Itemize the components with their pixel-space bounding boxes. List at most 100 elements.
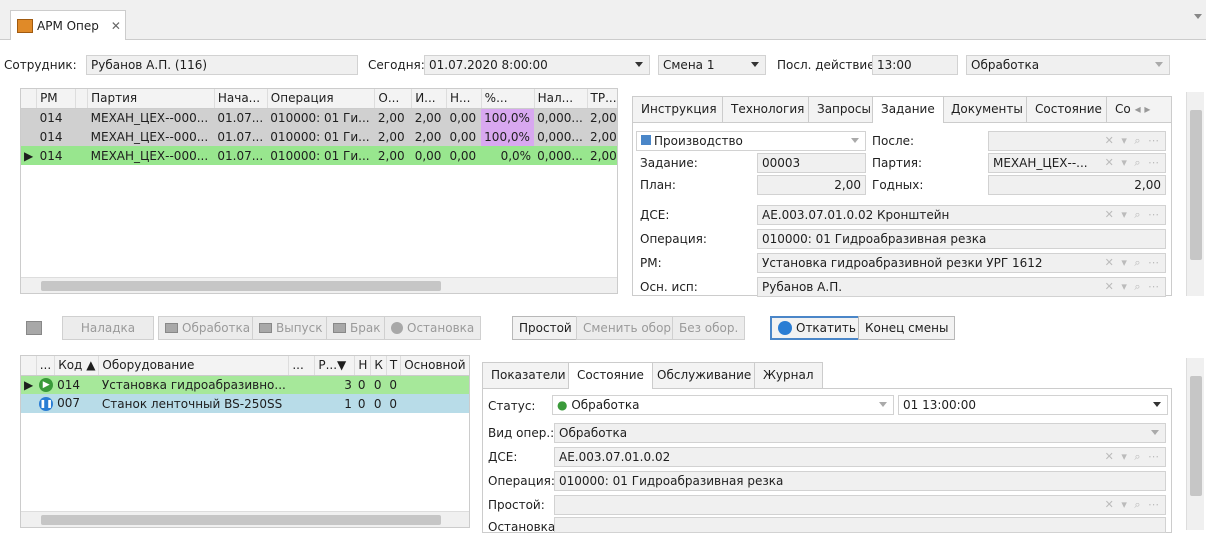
table-row-selected[interactable]: ▶ ▶ 014 Установка гидроабразивно... 3000: [21, 375, 469, 394]
tab-strip: АРМ Опер ✕: [0, 0, 1206, 40]
col-tr[interactable]: ТР...: [587, 89, 617, 109]
state-dse-field[interactable]: АЕ.003.07.01.0.02 ✕ ▾ ⌕ ⋯: [554, 447, 1166, 467]
today-field[interactable]: 01.07.2020 8:00:00: [424, 55, 650, 75]
end-shift-button[interactable]: Конец смены: [858, 316, 956, 340]
equipment-grid: ... Код ▲ Оборудование ... Р...▼ Н К Т О…: [20, 355, 470, 528]
col-t[interactable]: Т: [386, 356, 402, 376]
plan-label: План:: [640, 178, 676, 192]
release-button[interactable]: Выпуск: [252, 316, 330, 340]
play-icon: ▶: [39, 378, 54, 392]
main-executor-label: Осн. исп:: [640, 280, 698, 294]
operation-label: Операция:: [640, 232, 707, 246]
table-row[interactable]: ❚❚ 007 Станок ленточный BS-250SS 1000: [21, 394, 469, 413]
no-equipment-button[interactable]: Без обор.: [672, 316, 746, 340]
app-icon: [17, 18, 33, 33]
rm-field[interactable]: Установка гидроабразивной резки УРГ 1612…: [757, 253, 1166, 273]
after-field[interactable]: ✕ ▾ ⌕ ⋯: [988, 131, 1166, 151]
col-i[interactable]: И...: [411, 89, 447, 109]
close-icon[interactable]: ✕: [111, 19, 121, 33]
optype-label: Вид опер.:: [488, 426, 555, 440]
idle-button[interactable]: Простой: [512, 316, 579, 340]
party-field[interactable]: МЕХАН_ЦЕХ--... ✕ ▾ ⌕ ⋯: [988, 153, 1166, 173]
edit-icon[interactable]: [20, 316, 48, 340]
col-start[interactable]: Нача...: [214, 89, 268, 109]
plan-field[interactable]: 2,00: [757, 175, 866, 195]
row-indicator-icon: ▶: [24, 148, 34, 163]
col-rm[interactable]: РМ: [36, 89, 76, 109]
stop-button[interactable]: Остановка: [384, 316, 482, 340]
col-main[interactable]: Основной: [400, 356, 469, 376]
pause-icon: ❚❚: [39, 396, 54, 411]
tab-title: АРМ Опер: [37, 18, 99, 33]
state-operation-label: Операция:: [488, 474, 555, 488]
party-label: Партия:: [872, 156, 923, 170]
col-r[interactable]: Р...▼: [314, 356, 356, 376]
shift-select[interactable]: Смена 1: [658, 55, 766, 75]
idle-label: Простой:: [488, 498, 545, 512]
state-operation-field[interactable]: 010000: 01 Гидроабразивная резка: [554, 471, 1166, 491]
idle-field[interactable]: ✕ ▾ ⌕ ⋯: [554, 495, 1166, 515]
task-field[interactable]: 00003: [757, 153, 866, 173]
main-executor-field[interactable]: Рубанов А.П. ✕ ▾ ⌕ ⋯: [757, 277, 1166, 297]
col-pct[interactable]: %...: [481, 89, 535, 109]
col-menu[interactable]: ...: [36, 356, 56, 376]
col-o[interactable]: О...: [374, 89, 413, 109]
tab-status[interactable]: Состояние: [568, 362, 653, 389]
state-dse-label: ДСЕ:: [488, 450, 518, 464]
dse-field[interactable]: АЕ.003.07.01.0.02 Кронштейн ✕ ▾ ⌕ ⋯: [757, 205, 1166, 225]
employee-field[interactable]: Рубанов А.П. (116): [86, 55, 358, 75]
status-time-field[interactable]: 01 13:00:00: [898, 395, 1168, 415]
production-icon: [641, 135, 651, 145]
sort-asc-icon: ▲: [86, 358, 96, 373]
production-select[interactable]: Производство: [636, 131, 866, 151]
tab-journal[interactable]: Журнал: [754, 362, 823, 388]
table-row[interactable]: 014 МЕХАН_ЦЕХ--000... 01.07... 010000: 01 Г…: [21, 108, 617, 127]
col-nal[interactable]: Нал...: [534, 89, 588, 109]
col-code[interactable]: Код ▲: [54, 356, 100, 376]
rollback-icon: [778, 321, 792, 335]
operation-field[interactable]: 010000: 01 Гидроабразивная резка: [757, 229, 1166, 249]
col-dots[interactable]: ...: [288, 356, 316, 376]
tab-arm[interactable]: АРМ Опер ✕: [10, 10, 126, 40]
col-operation[interactable]: Операция: [267, 89, 376, 109]
col-party[interactable]: Партия: [87, 89, 215, 109]
today-label: Сегодня:: [368, 58, 425, 72]
status-label: Статус:: [488, 399, 536, 413]
defect-button[interactable]: Брак: [326, 316, 388, 340]
status-field[interactable]: ● Обработка: [552, 395, 894, 415]
tab-state[interactable]: Состояние: [1026, 96, 1111, 122]
tab-indicators[interactable]: Показатели: [482, 362, 575, 388]
tab-service[interactable]: Обслуживание: [648, 362, 761, 388]
process-icon: [165, 323, 178, 333]
sort-desc-icon: ▼: [337, 358, 347, 373]
col-n[interactable]: Н...: [446, 89, 482, 109]
status-select[interactable]: Обработка: [966, 55, 1170, 75]
tab-task[interactable]: Задание: [872, 96, 944, 123]
col-n[interactable]: Н: [354, 356, 372, 376]
stop-field[interactable]: [554, 517, 1166, 533]
setup-button[interactable]: Наладка: [62, 316, 154, 340]
process-button[interactable]: Обработка: [158, 316, 258, 340]
col-k[interactable]: К: [370, 356, 387, 376]
tab-technology[interactable]: Технология: [722, 96, 814, 122]
last-action-field[interactable]: 13:00: [872, 55, 958, 75]
tab-scroll-icon: ◂ ▸: [1134, 102, 1151, 116]
good-field[interactable]: 2,00: [988, 175, 1166, 195]
state-vertical-scrollbar[interactable]: [1186, 358, 1204, 530]
task-vertical-scrollbar[interactable]: [1186, 92, 1204, 296]
tab-documents[interactable]: Документы: [942, 96, 1032, 122]
change-equipment-button[interactable]: Сменить обор.: [576, 316, 682, 340]
table-row[interactable]: 014 МЕХАН_ЦЕХ--000... 01.07... 010000: 01 Г…: [21, 127, 617, 146]
horizontal-scrollbar[interactable]: [21, 511, 469, 527]
status-play-icon: ●: [557, 398, 568, 412]
rollback-button[interactable]: Откатить: [770, 316, 864, 340]
tab-instruction[interactable]: Инструкция: [632, 96, 726, 122]
tab-requests[interactable]: Запросы: [808, 96, 880, 122]
row-indicator-icon: ▶: [24, 377, 34, 392]
tab-more[interactable]: Со ◂ ▸: [1106, 96, 1172, 122]
col-equipment[interactable]: Оборудование: [98, 356, 290, 376]
horizontal-scrollbar[interactable]: [21, 277, 617, 293]
optype-field[interactable]: Обработка: [554, 423, 1166, 443]
tab-menu-icon[interactable]: [1194, 14, 1202, 19]
table-row-selected[interactable]: ▶ 014 МЕХАН_ЦЕХ--000... 01.07... 010000: 01 …: [21, 146, 617, 165]
